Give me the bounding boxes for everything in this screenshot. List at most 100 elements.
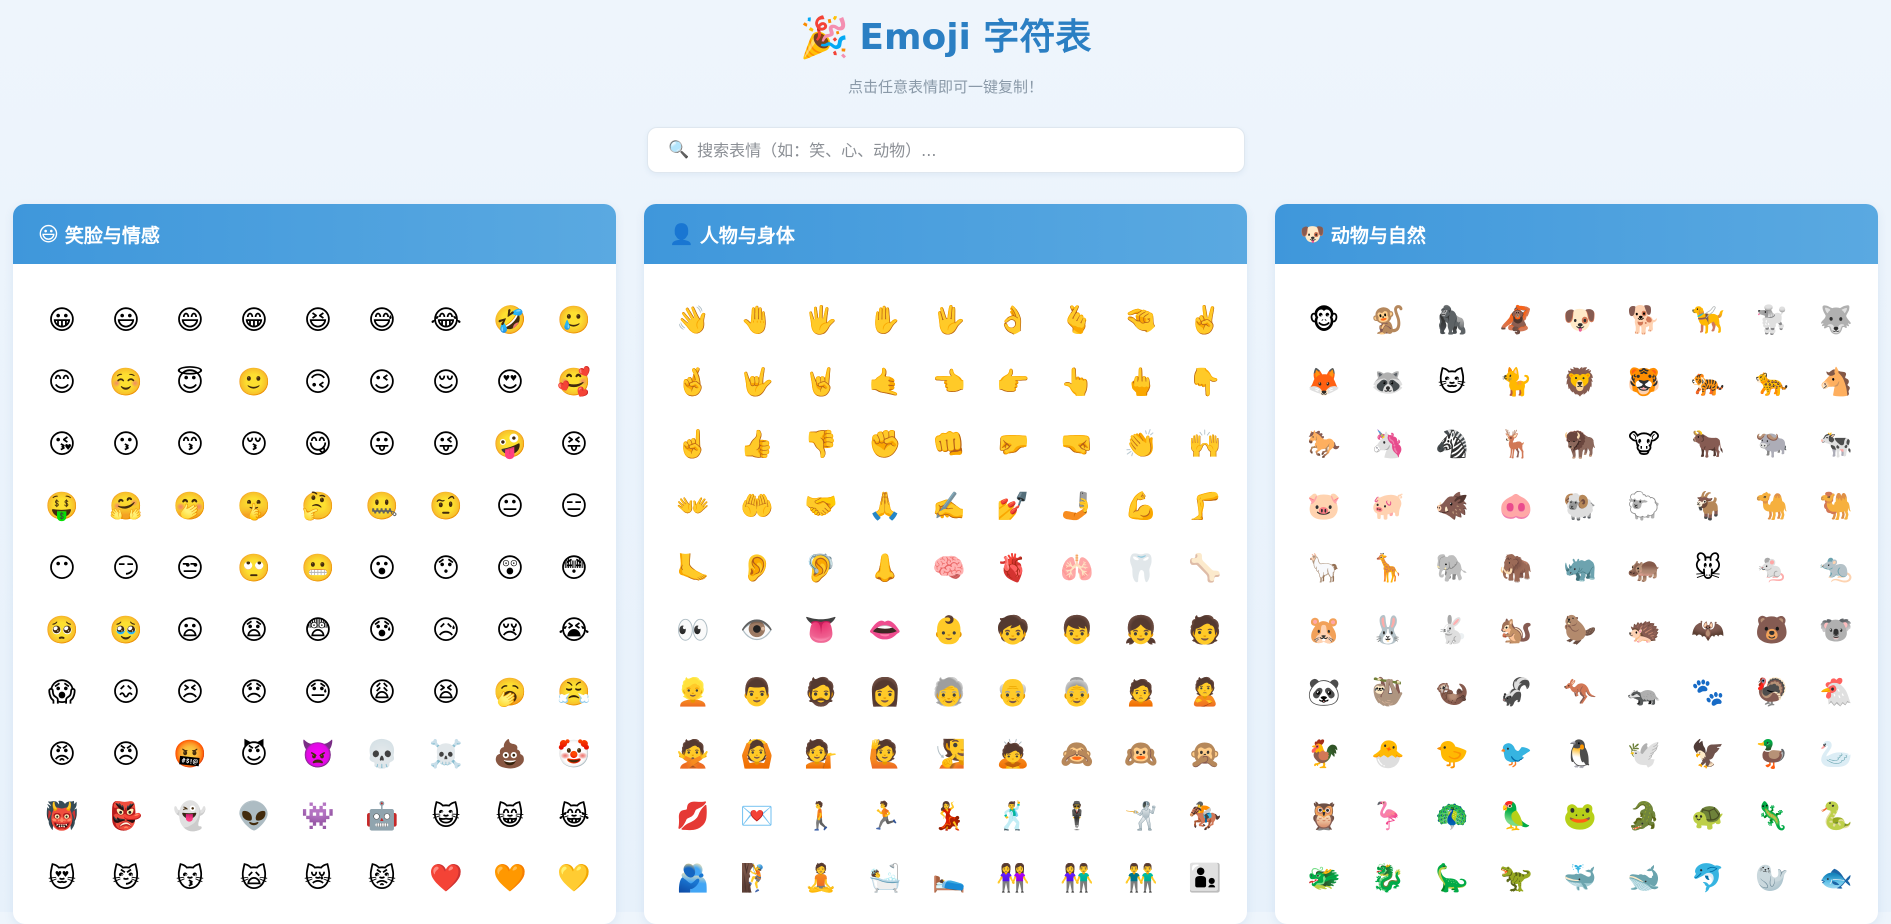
emoji-cell[interactable]: 🐎 — [1292, 413, 1356, 475]
emoji-cell[interactable]: ☝️ — [661, 413, 725, 475]
emoji-cell[interactable]: 🐺 — [1804, 289, 1868, 351]
emoji-cell[interactable]: 👆 — [1045, 351, 1109, 413]
emoji-cell[interactable]: 😝 — [542, 413, 606, 475]
emoji-cell[interactable]: 🥹 — [94, 599, 158, 661]
emoji-cell[interactable]: 👬 — [1109, 847, 1173, 909]
emoji-cell[interactable]: 🐂 — [1676, 413, 1740, 475]
emoji-cell[interactable]: 🥰 — [542, 351, 606, 413]
emoji-cell[interactable]: ☠️ — [414, 723, 478, 785]
emoji-cell[interactable]: 🦩 — [1356, 785, 1420, 847]
emoji-cell[interactable]: 🦍 — [1420, 289, 1484, 351]
emoji-cell[interactable]: 👃 — [853, 537, 917, 599]
emoji-cell[interactable]: 😫 — [414, 661, 478, 723]
emoji-cell[interactable]: 🦡 — [1612, 661, 1676, 723]
emoji-cell[interactable]: 🧓 — [917, 661, 981, 723]
emoji-cell[interactable]: 🤪 — [478, 413, 542, 475]
emoji-cell[interactable]: 🦧 — [1484, 289, 1548, 351]
emoji-cell[interactable]: 🐩 — [1740, 289, 1804, 351]
emoji-cell[interactable]: 😙 — [158, 413, 222, 475]
emoji-cell[interactable]: 🦝 — [1356, 351, 1420, 413]
emoji-cell[interactable]: 😬 — [286, 537, 350, 599]
emoji-cell[interactable]: 🤞 — [661, 351, 725, 413]
emoji-cell[interactable]: 💅 — [981, 475, 1045, 537]
emoji-cell[interactable]: 👭 — [981, 847, 1045, 909]
emoji-cell[interactable]: 🦛 — [1612, 537, 1676, 599]
emoji-cell[interactable]: 🧗 — [725, 847, 789, 909]
emoji-cell[interactable]: 😹 — [542, 785, 606, 847]
emoji-cell[interactable]: 🦚 — [1420, 785, 1484, 847]
emoji-cell[interactable]: 🦷 — [1109, 537, 1173, 599]
emoji-cell[interactable]: 🙌 — [1173, 413, 1237, 475]
emoji-cell[interactable]: 🐬 — [1676, 847, 1740, 909]
emoji-cell[interactable]: 🦉 — [1292, 785, 1356, 847]
emoji-cell[interactable]: 😾 — [350, 847, 414, 909]
emoji-cell[interactable]: 👵 — [1045, 661, 1109, 723]
emoji-cell[interactable]: 😂 — [414, 289, 478, 351]
emoji-cell[interactable]: 🦥 — [1356, 661, 1420, 723]
emoji-cell[interactable]: 🕺 — [981, 785, 1045, 847]
emoji-cell[interactable]: 👏 — [1109, 413, 1173, 475]
emoji-cell[interactable]: 😁 — [222, 289, 286, 351]
emoji-cell[interactable]: 🐹 — [1292, 599, 1356, 661]
emoji-cell[interactable]: 👫 — [1045, 847, 1109, 909]
emoji-cell[interactable]: 😦 — [158, 599, 222, 661]
emoji-cell[interactable]: 🫁 — [1045, 537, 1109, 599]
emoji-cell[interactable]: 🦒 — [1356, 537, 1420, 599]
emoji-cell[interactable]: 🥱 — [478, 661, 542, 723]
emoji-cell[interactable]: 🫀 — [981, 537, 1045, 599]
emoji-cell[interactable]: 🐵 — [1292, 289, 1356, 351]
emoji-cell[interactable]: 😰 — [350, 599, 414, 661]
emoji-cell[interactable]: ❤️ — [414, 847, 478, 909]
emoji-cell[interactable]: 🦣 — [1484, 537, 1548, 599]
emoji-cell[interactable]: 👄 — [853, 599, 917, 661]
emoji-cell[interactable]: 🤭 — [158, 475, 222, 537]
emoji-cell[interactable]: 🐑 — [1612, 475, 1676, 537]
emoji-cell[interactable]: 👇 — [1173, 351, 1237, 413]
emoji-cell[interactable]: 💃 — [917, 785, 981, 847]
emoji-cell[interactable]: 😇 — [158, 351, 222, 413]
emoji-cell[interactable]: 🦇 — [1676, 599, 1740, 661]
emoji-cell[interactable]: 🤔 — [286, 475, 350, 537]
emoji-cell[interactable]: 🐨 — [1804, 599, 1868, 661]
emoji-cell[interactable]: 🐶 — [1548, 289, 1612, 351]
emoji-cell[interactable]: 🙂 — [222, 351, 286, 413]
emoji-cell[interactable]: 😅 — [350, 289, 414, 351]
emoji-cell[interactable]: 🐖 — [1356, 475, 1420, 537]
emoji-cell[interactable]: 🧘 — [789, 847, 853, 909]
emoji-cell[interactable]: 👹 — [30, 785, 94, 847]
emoji-cell[interactable]: 🖕 — [1109, 351, 1173, 413]
emoji-cell[interactable]: 👨 — [725, 661, 789, 723]
emoji-cell[interactable]: 🐯 — [1612, 351, 1676, 413]
emoji-cell[interactable]: 👂 — [725, 537, 789, 599]
emoji-cell[interactable]: ✋ — [853, 289, 917, 351]
emoji-cell[interactable]: 👎 — [789, 413, 853, 475]
emoji-cell[interactable]: 😯 — [414, 537, 478, 599]
emoji-cell[interactable]: 😗 — [94, 413, 158, 475]
emoji-cell[interactable]: 🐊 — [1612, 785, 1676, 847]
emoji-cell[interactable]: 🐢 — [1676, 785, 1740, 847]
emoji-cell[interactable]: 🐁 — [1740, 537, 1804, 599]
emoji-cell[interactable]: 😧 — [222, 599, 286, 661]
emoji-cell[interactable]: 🤑 — [30, 475, 94, 537]
emoji-cell[interactable]: 🤘 — [789, 351, 853, 413]
emoji-cell[interactable]: 🐒 — [1356, 289, 1420, 351]
emoji-cell[interactable]: 🐱 — [1420, 351, 1484, 413]
emoji-cell[interactable]: 😞 — [222, 661, 286, 723]
emoji-cell[interactable]: 💀 — [350, 723, 414, 785]
emoji-cell[interactable]: 👐 — [661, 475, 725, 537]
emoji-cell[interactable]: 🦶 — [661, 537, 725, 599]
emoji-cell[interactable]: 😨 — [286, 599, 350, 661]
emoji-cell[interactable]: 😻 — [30, 847, 94, 909]
emoji-cell[interactable]: 🏃 — [853, 785, 917, 847]
emoji-cell[interactable]: 😉 — [350, 351, 414, 413]
emoji-cell[interactable]: 😣 — [158, 661, 222, 723]
emoji-cell[interactable]: 🤐 — [350, 475, 414, 537]
emoji-cell[interactable]: 🤙 — [853, 351, 917, 413]
emoji-cell[interactable]: 🧒 — [981, 599, 1045, 661]
emoji-cell[interactable]: 🥲 — [542, 289, 606, 351]
emoji-cell[interactable]: 😺 — [414, 785, 478, 847]
emoji-cell[interactable]: 😽 — [158, 847, 222, 909]
emoji-cell[interactable]: 😖 — [94, 661, 158, 723]
emoji-cell[interactable]: 🦎 — [1740, 785, 1804, 847]
emoji-cell[interactable]: 🐾 — [1676, 661, 1740, 723]
